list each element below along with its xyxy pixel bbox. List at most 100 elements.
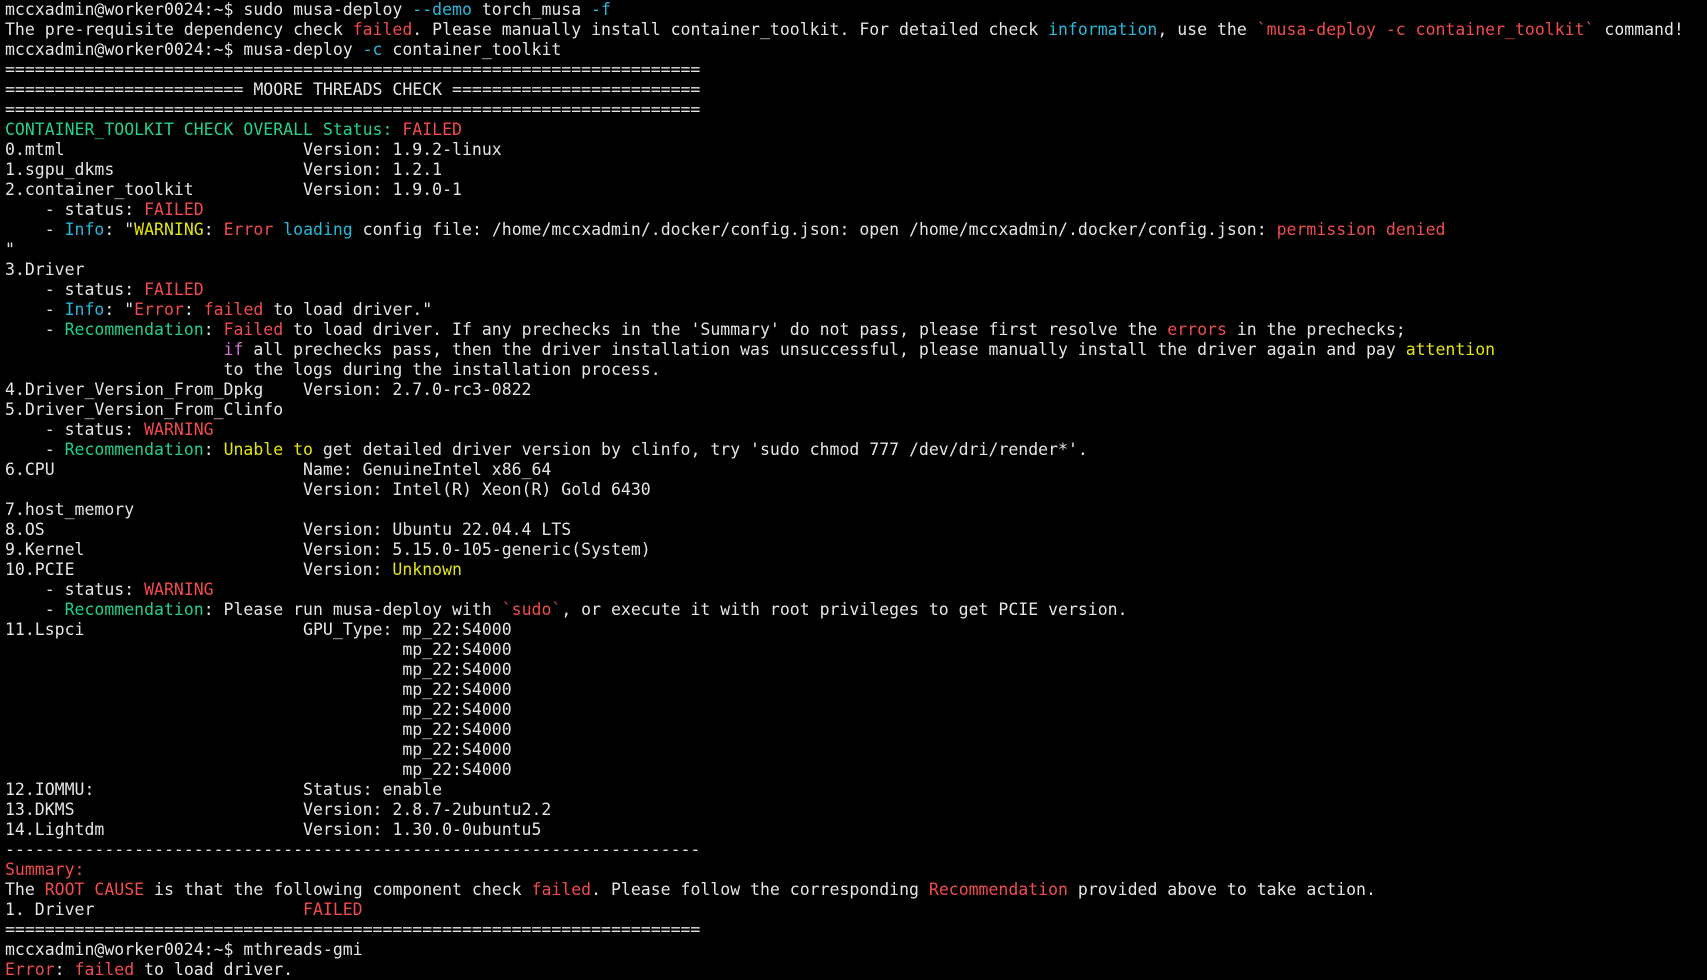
terminal-text: if bbox=[223, 340, 244, 359]
terminal-line: 3.Driver bbox=[5, 260, 1707, 280]
terminal-text: WARNING bbox=[144, 420, 214, 439]
terminal-text: 9.Kernel Version: 5.15.0-105-generic(Sys… bbox=[5, 540, 651, 559]
terminal-line: - status: FAILED bbox=[5, 280, 1707, 300]
terminal-text: 1. Driver bbox=[5, 900, 304, 919]
terminal-text: 2.container_toolkit Version: 1.9.0-1 bbox=[5, 180, 462, 199]
terminal-text: mp_22:S4000 bbox=[5, 680, 512, 699]
terminal-line: ======================== MOORE THREADS C… bbox=[5, 80, 1707, 100]
terminal-text: container_toolkit bbox=[382, 40, 562, 59]
terminal-window[interactable]: mccxadmin@worker0024:~$ sudo musa-deploy… bbox=[0, 0, 1707, 979]
terminal-text: , use the bbox=[1157, 20, 1257, 39]
terminal-line: mp_22:S4000 bbox=[5, 700, 1707, 720]
terminal-line: ----------------------------------------… bbox=[5, 840, 1707, 860]
terminal-text: 10.PCIE Version: bbox=[5, 560, 393, 579]
terminal-text: permission denied bbox=[1276, 220, 1446, 239]
terminal-text: 8.OS Version: Ubuntu 22.04.4 LTS bbox=[5, 520, 572, 539]
terminal-text: : " bbox=[104, 300, 135, 319]
terminal-text: . Please manually install container_tool… bbox=[412, 20, 1049, 39]
terminal-text: - bbox=[5, 320, 65, 339]
terminal-text: is that the following component check bbox=[144, 880, 532, 899]
terminal-text: mp_22:S4000 bbox=[5, 640, 512, 659]
terminal-text: Recommendation bbox=[64, 440, 204, 459]
terminal-text: 1.sgpu_dkms Version: 1.2.1 bbox=[5, 160, 443, 179]
terminal-text: 3.Driver bbox=[5, 260, 85, 279]
terminal-text: 5.Driver_Version_From_Clinfo bbox=[5, 400, 284, 419]
terminal-line: Summary: bbox=[5, 860, 1707, 880]
terminal-text: Recommendation bbox=[928, 880, 1068, 899]
terminal-text: WARNING bbox=[144, 580, 214, 599]
terminal-line: mp_22:S4000 bbox=[5, 640, 1707, 660]
terminal-text: Failed bbox=[223, 320, 284, 339]
terminal-text: command! bbox=[1594, 20, 1684, 39]
terminal-line: 0.mtml Version: 1.9.2-linux bbox=[5, 140, 1707, 160]
terminal-text: config file: /home/mccxadmin/.docker/con… bbox=[352, 220, 1277, 239]
terminal-text: mccxadmin@worker0024:~$ sudo musa-deploy bbox=[5, 0, 413, 19]
terminal-text: ROOT CAUSE bbox=[44, 880, 145, 899]
terminal-text: : bbox=[203, 440, 224, 459]
terminal-line: mp_22:S4000 bbox=[5, 720, 1707, 740]
terminal-text: ========================================… bbox=[5, 100, 701, 119]
terminal-text: mccxadmin@worker0024:~$ musa-deploy bbox=[5, 40, 363, 59]
terminal-text: 12.IOMMU: Status: enable bbox=[5, 780, 443, 799]
terminal-text: ----------------------------------------… bbox=[5, 840, 701, 859]
terminal-text: : bbox=[203, 220, 224, 239]
terminal-text: - status: bbox=[5, 420, 145, 439]
terminal-text: loading bbox=[283, 220, 353, 239]
terminal-text: Recommendation bbox=[64, 600, 204, 619]
terminal-line: - Recommendation: Failed to load driver.… bbox=[5, 320, 1707, 340]
terminal-text: -c bbox=[362, 40, 383, 59]
terminal-text: Version: Intel(R) Xeon(R) Gold 6430 bbox=[5, 480, 651, 499]
terminal-line: The ROOT CAUSE is that the following com… bbox=[5, 880, 1707, 900]
terminal-text: 4.Driver_Version_From_Dpkg Version: 2.7.… bbox=[5, 380, 532, 399]
terminal-text: . Please follow the corresponding bbox=[591, 880, 929, 899]
terminal-line: to the logs during the installation proc… bbox=[5, 360, 1707, 380]
terminal-text: failed bbox=[531, 880, 592, 899]
terminal-text: - status: bbox=[5, 200, 145, 219]
terminal-text: all prechecks pass, then the driver inst… bbox=[243, 340, 1406, 359]
terminal-text: `musa-deploy -c container_toolkit` bbox=[1256, 20, 1595, 39]
terminal-line: mccxadmin@worker0024:~$ mthreads-gmi bbox=[5, 940, 1707, 960]
terminal-text: mp_22:S4000 bbox=[5, 720, 512, 739]
terminal-text: The pre-requisite dependency check bbox=[5, 20, 353, 39]
terminal-text: Info bbox=[64, 300, 105, 319]
terminal-text: information bbox=[1048, 20, 1158, 39]
terminal-text: mccxadmin@worker0024:~$ mthreads-gmi bbox=[5, 940, 363, 959]
terminal-text: FAILED bbox=[402, 120, 462, 139]
terminal-text: : " bbox=[104, 220, 135, 239]
terminal-line: 8.OS Version: Ubuntu 22.04.4 LTS bbox=[5, 520, 1707, 540]
terminal-text: to load driver. If any prechecks in the … bbox=[283, 320, 1168, 339]
terminal-line: 13.DKMS Version: 2.8.7-2ubuntu2.2 bbox=[5, 800, 1707, 820]
terminal-text: Unknown bbox=[392, 560, 462, 579]
terminal-text: 7.host_memory bbox=[5, 500, 135, 519]
terminal-line: if all prechecks pass, then the driver i… bbox=[5, 340, 1707, 360]
terminal-text: --demo bbox=[412, 0, 472, 19]
terminal-text: Error bbox=[5, 960, 55, 979]
terminal-text: to load driver." bbox=[263, 300, 433, 319]
terminal-text: Summary: bbox=[5, 860, 85, 879]
terminal-line: mccxadmin@worker0024:~$ musa-deploy -c c… bbox=[5, 40, 1707, 60]
terminal-text: torch_musa bbox=[471, 0, 592, 19]
terminal-line: Version: Intel(R) Xeon(R) Gold 6430 bbox=[5, 480, 1707, 500]
terminal-text: : Please run musa-deploy with bbox=[203, 600, 502, 619]
terminal-text: - bbox=[5, 440, 65, 459]
terminal-line: 7.host_memory bbox=[5, 500, 1707, 520]
terminal-line: 10.PCIE Version: Unknown bbox=[5, 560, 1707, 580]
terminal-line: 11.Lspci GPU_Type: mp_22:S4000 bbox=[5, 620, 1707, 640]
terminal-line: 5.Driver_Version_From_Clinfo bbox=[5, 400, 1707, 420]
terminal-text: -f bbox=[591, 0, 611, 19]
terminal-text: to the logs during the installation proc… bbox=[5, 360, 661, 379]
terminal-text: mp_22:S4000 bbox=[5, 700, 512, 719]
terminal-text: provided above to take action. bbox=[1067, 880, 1376, 899]
terminal-text: FAILED bbox=[303, 900, 363, 919]
terminal-text: Recommendation bbox=[64, 320, 204, 339]
terminal-text: WARNING bbox=[134, 220, 204, 239]
terminal-text: 11.Lspci GPU_Type: mp_22:S4000 bbox=[5, 620, 512, 639]
terminal-text: 13.DKMS Version: 2.8.7-2ubuntu2.2 bbox=[5, 800, 552, 819]
terminal-text: 6.CPU Name: GenuineIntel x86_64 bbox=[5, 460, 552, 479]
terminal-line: mp_22:S4000 bbox=[5, 760, 1707, 780]
terminal-text: in the prechecks; bbox=[1226, 320, 1406, 339]
terminal-text: : bbox=[54, 960, 75, 979]
terminal-text: ======================== MOORE THREADS C… bbox=[5, 80, 701, 99]
